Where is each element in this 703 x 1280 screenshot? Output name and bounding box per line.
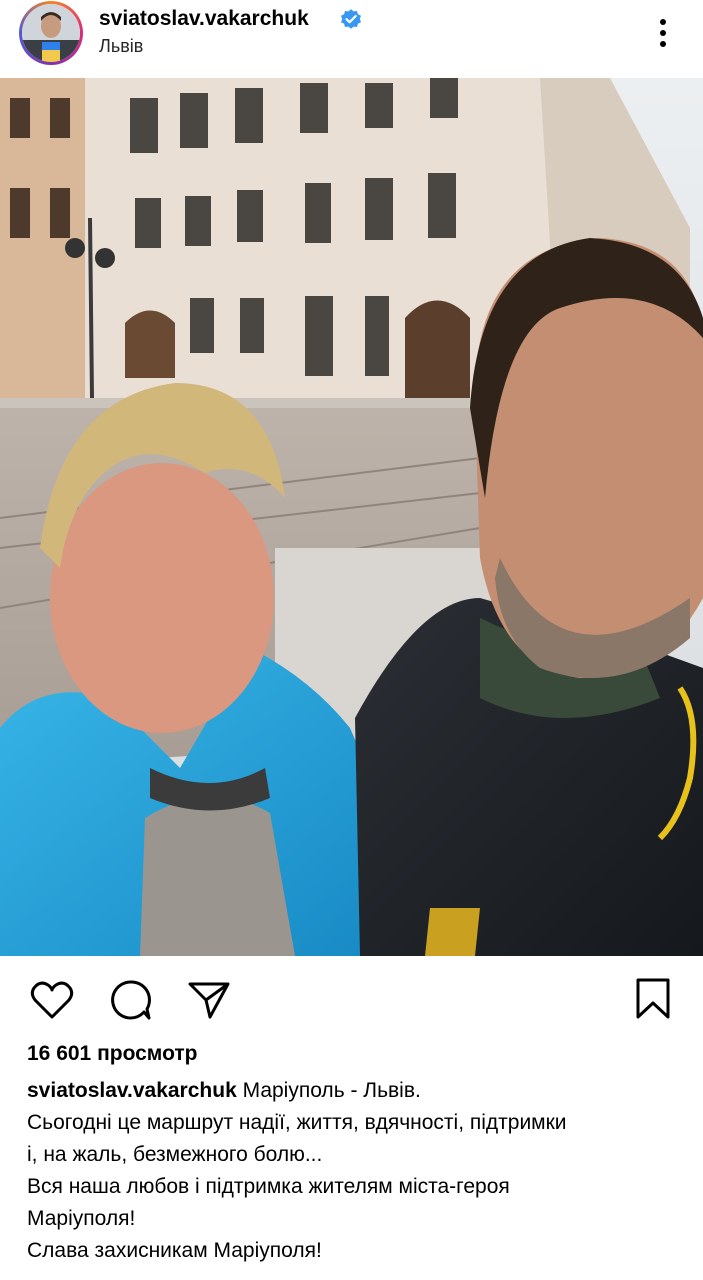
caption-username[interactable]: sviatoslav.vakarchuk bbox=[27, 1079, 237, 1102]
verified-badge-icon bbox=[341, 9, 361, 29]
post-header: sviatoslav.vakarchuk Львів bbox=[0, 0, 703, 78]
post-location[interactable]: Львів bbox=[99, 36, 143, 57]
view-count[interactable]: 16 601 просмотр bbox=[27, 1042, 197, 1066]
caption-line: Вся наша любов і підтримка жителям міста… bbox=[27, 1175, 510, 1198]
avatar[interactable] bbox=[19, 1, 83, 65]
heart-icon[interactable] bbox=[30, 980, 74, 1020]
share-icon[interactable] bbox=[187, 980, 231, 1020]
caption-line: Маріуполя! bbox=[27, 1207, 136, 1230]
caption-line: Слава захисникам Маріуполя! bbox=[27, 1239, 322, 1262]
caption-first-line: Маріуполь - Львів. bbox=[242, 1079, 421, 1102]
more-vertical-icon[interactable] bbox=[648, 16, 678, 50]
bookmark-icon[interactable] bbox=[634, 977, 672, 1021]
post-caption: sviatoslav.vakarchuk Маріуполь - Львів. … bbox=[27, 1075, 687, 1267]
video-frame bbox=[0, 78, 703, 956]
comment-icon[interactable] bbox=[109, 979, 153, 1021]
caption-line: Сьогодні це маршрут надії, життя, вдячно… bbox=[27, 1111, 567, 1134]
caption-line: і, на жаль, безмежного болю... bbox=[27, 1143, 323, 1166]
avatar-image bbox=[22, 4, 80, 62]
post-video[interactable] bbox=[0, 78, 703, 956]
post-author-username[interactable]: sviatoslav.vakarchuk bbox=[99, 7, 309, 31]
